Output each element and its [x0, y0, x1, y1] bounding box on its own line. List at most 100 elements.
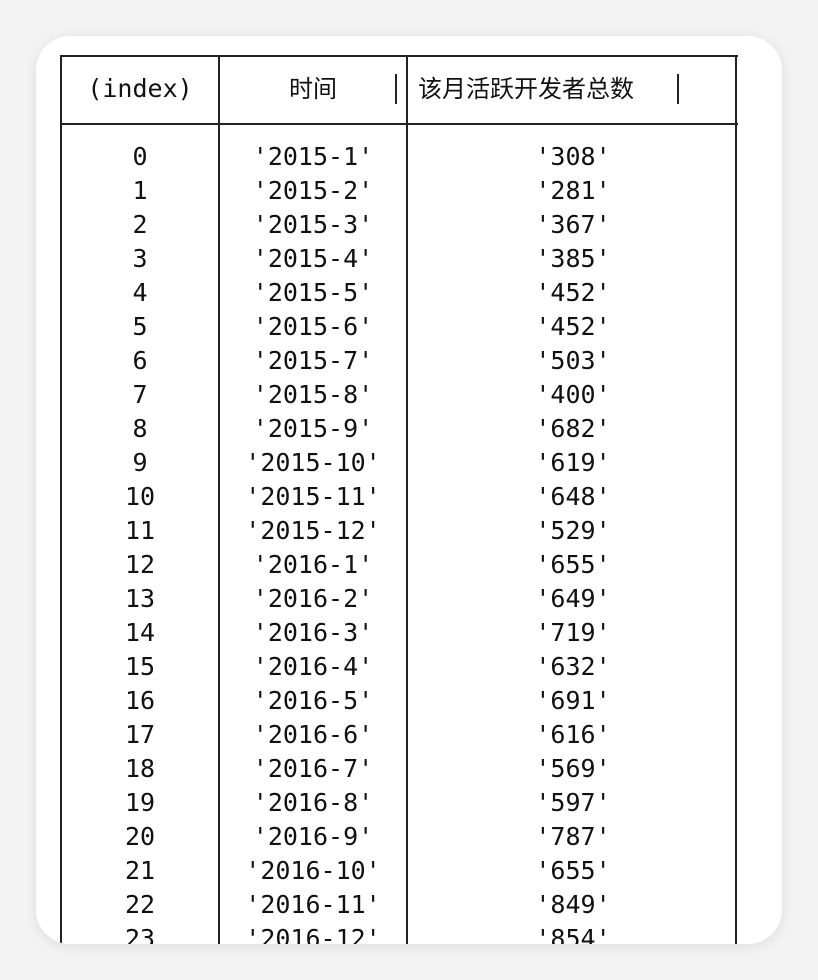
cell-time: '2016-5': [252, 686, 374, 715]
cell-active-developers: '385': [535, 244, 611, 273]
table-row: 1 '2015-2' '281': [36, 174, 782, 208]
table-row: 8 '2015-9' '682': [36, 412, 782, 446]
table-row: 23 '2016-12' '854': [36, 922, 782, 944]
cell-time: '2015-2': [252, 176, 374, 205]
table-row: 11 '2015-12' '529': [36, 514, 782, 548]
cell-time: '2015-9': [252, 414, 374, 443]
table-row: 20 '2016-9' '787': [36, 820, 782, 854]
cell-index: 16: [124, 686, 156, 715]
cell-active-developers: '854': [535, 924, 611, 944]
cell-time: '2015-8': [252, 380, 374, 409]
cell-time: '2015-11': [245, 482, 381, 511]
cell-active-developers: '719': [535, 618, 611, 647]
table-row: 3 '2015-4' '385': [36, 242, 782, 276]
cell-index: 1: [132, 176, 148, 205]
header-active-developers: 该月活跃开发者总数: [418, 75, 634, 103]
cell-active-developers: '503': [535, 346, 611, 375]
cell-active-developers: '400': [535, 380, 611, 409]
cell-active-developers: '452': [535, 278, 611, 307]
cell-active-developers: '682': [535, 414, 611, 443]
cell-index: 9: [132, 448, 148, 477]
cell-active-developers: '569': [535, 754, 611, 783]
cell-index: 15: [124, 652, 156, 681]
table-row: 17 '2016-6' '616': [36, 718, 782, 752]
cell-time: '2015-4': [252, 244, 374, 273]
header-time-separator: [395, 74, 397, 104]
cell-time: '2016-9': [252, 822, 374, 851]
cell-time: '2015-1': [252, 142, 374, 171]
cell-index: 13: [124, 584, 156, 613]
console-table-card: (index) 时间 该月活跃开发者总数 0 '2015-1' '308' 1 '201…: [36, 36, 782, 944]
cell-active-developers: '655': [535, 856, 611, 885]
cell-time: '2015-6': [252, 312, 374, 341]
cell-time: '2016-3': [252, 618, 374, 647]
table-row: 19 '2016-8' '597': [36, 786, 782, 820]
cell-active-developers: '648': [535, 482, 611, 511]
cell-index: 17: [124, 720, 156, 749]
cell-index: 22: [124, 890, 156, 919]
cell-time: '2016-2': [252, 584, 374, 613]
cell-index: 14: [124, 618, 156, 647]
cell-index: 19: [124, 788, 156, 817]
cell-active-developers: '632': [535, 652, 611, 681]
cell-active-developers: '281': [535, 176, 611, 205]
cell-active-developers: '367': [535, 210, 611, 239]
table-top-border: [60, 55, 738, 57]
header-time: 时间: [289, 75, 337, 103]
cell-index: 18: [124, 754, 156, 783]
table-row: 14 '2016-3' '719': [36, 616, 782, 650]
header-bottom-border: [60, 123, 738, 125]
cell-index: 5: [132, 312, 148, 341]
cell-active-developers: '452': [535, 312, 611, 341]
cell-active-developers: '649': [535, 584, 611, 613]
cell-active-developers: '616': [535, 720, 611, 749]
table-row: 16 '2016-5' '691': [36, 684, 782, 718]
cell-index: 0: [132, 142, 148, 171]
cell-active-developers: '787': [535, 822, 611, 851]
table-row: 9 '2015-10' '619': [36, 446, 782, 480]
table-row: 2 '2015-3' '367': [36, 208, 782, 242]
cell-time: '2016-7': [252, 754, 374, 783]
cell-index: 11: [124, 516, 156, 545]
table-row: 15 '2016-4' '632': [36, 650, 782, 684]
cell-active-developers: '691': [535, 686, 611, 715]
cell-index: 7: [132, 380, 148, 409]
cell-time: '2016-12': [245, 924, 381, 944]
cell-time: '2016-1': [252, 550, 374, 579]
cell-index: 6: [132, 346, 148, 375]
cell-time: '2015-3': [252, 210, 374, 239]
table-row: 13 '2016-2' '649': [36, 582, 782, 616]
table-row: 10 '2015-11' '648': [36, 480, 782, 514]
cell-index: 21: [124, 856, 156, 885]
table-row: 18 '2016-7' '569': [36, 752, 782, 786]
table-row: 12 '2016-1' '655': [36, 548, 782, 582]
cell-active-developers: '529': [535, 516, 611, 545]
cell-time: '2016-8': [252, 788, 374, 817]
cell-index: 4: [132, 278, 148, 307]
table-row: 0 '2015-1' '308': [36, 140, 782, 174]
cell-index: 10: [124, 482, 156, 511]
cell-time: '2016-6': [252, 720, 374, 749]
console-table: (index) 时间 该月活跃开发者总数 0 '2015-1' '308' 1 '201…: [36, 36, 782, 944]
table-row: 4 '2015-5' '452': [36, 276, 782, 310]
cell-time: '2016-4': [252, 652, 374, 681]
cell-index: 3: [132, 244, 148, 273]
cell-active-developers: '619': [535, 448, 611, 477]
cell-index: 2: [132, 210, 148, 239]
cell-index: 8: [132, 414, 148, 443]
table-row: 7 '2015-8' '400': [36, 378, 782, 412]
cell-time: '2015-5': [252, 278, 374, 307]
cell-active-developers: '849': [535, 890, 611, 919]
cell-active-developers: '655': [535, 550, 611, 579]
header-count-separator: [677, 74, 679, 104]
cell-index: 12: [124, 550, 156, 579]
cell-time: '2015-12': [245, 516, 381, 545]
cell-active-developers: '597': [535, 788, 611, 817]
header-index: (index): [87, 74, 193, 103]
table-row: 6 '2015-7' '503': [36, 344, 782, 378]
cell-time: '2016-10': [245, 856, 381, 885]
cell-index: 20: [124, 822, 156, 851]
table-row: 22 '2016-11' '849': [36, 888, 782, 922]
table-row: 5 '2015-6' '452': [36, 310, 782, 344]
cell-index: 23: [124, 924, 156, 944]
